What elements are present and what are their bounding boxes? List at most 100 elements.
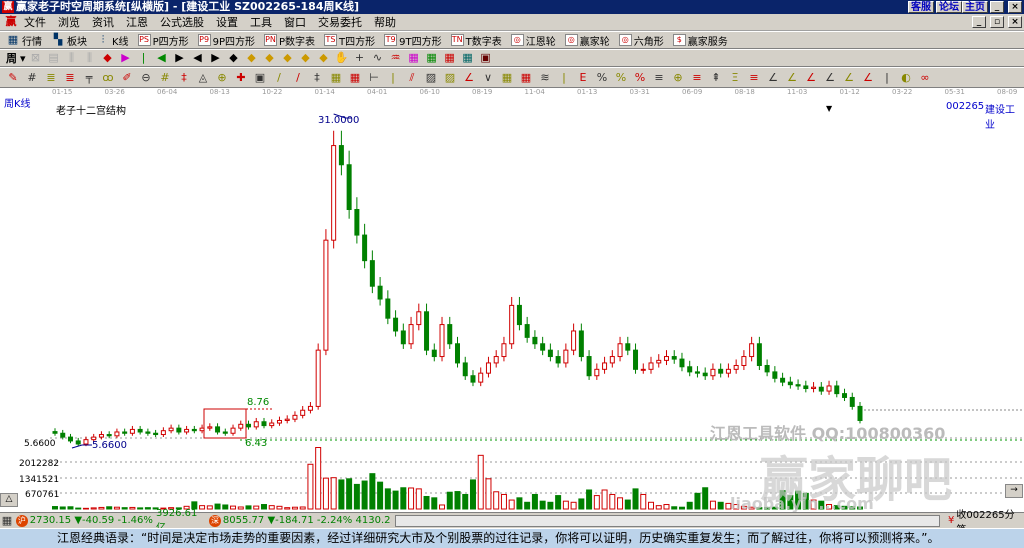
draw-tool-icon[interactable]: ⫽: [405, 71, 419, 85]
draw-tool-icon[interactable]: ⊖: [139, 71, 153, 85]
draw-tool-icon[interactable]: ∠: [785, 71, 799, 85]
menu-item[interactable]: 帮助: [368, 14, 402, 30]
kline-chart[interactable]: 周K线 老子十二宫结构 ▼ 002265 建设工业 31.0000 5.6600…: [0, 98, 1024, 512]
draw-tool-icon[interactable]: ∠: [804, 71, 818, 85]
nav-tool-icon[interactable]: ▶: [173, 51, 187, 65]
draw-tool-icon[interactable]: E: [576, 71, 590, 85]
menu-item[interactable]: 资讯: [86, 14, 120, 30]
toolbar-button[interactable]: TS T四方形: [324, 33, 375, 48]
menu-item[interactable]: 交易委托: [312, 14, 368, 30]
draw-tool-icon[interactable]: %: [595, 71, 609, 85]
draw-tool-icon[interactable]: ≡: [747, 71, 761, 85]
draw-tool-icon[interactable]: ∨: [481, 71, 495, 85]
draw-tool-icon[interactable]: ∞: [918, 71, 932, 85]
nav-tool-icon[interactable]: ◆: [299, 51, 313, 65]
draw-tool-icon[interactable]: #: [158, 71, 172, 85]
expand-button[interactable]: △: [0, 493, 18, 507]
toolbar-button[interactable]: ◎ 赢家轮: [564, 33, 610, 48]
draw-tool-icon[interactable]: ▨: [424, 71, 438, 85]
draw-tool-icon[interactable]: ◐: [899, 71, 913, 85]
nav-tool-icon[interactable]: ▣: [479, 51, 493, 65]
draw-tool-icon[interactable]: ≋: [538, 71, 552, 85]
nav-tool-icon[interactable]: ◆: [281, 51, 295, 65]
draw-tool-icon[interactable]: ∠: [823, 71, 837, 85]
draw-tool-icon[interactable]: ▦: [348, 71, 362, 85]
draw-tool-icon[interactable]: ⊕: [215, 71, 229, 85]
child-close-button[interactable]: ×: [1008, 16, 1022, 28]
draw-tool-icon[interactable]: ⇞: [709, 71, 723, 85]
menu-item[interactable]: 工具: [244, 14, 278, 30]
nav-tool-icon[interactable]: ✋: [335, 51, 349, 65]
draw-tool-icon[interactable]: ◬: [196, 71, 210, 85]
draw-tool-icon[interactable]: ≡: [652, 71, 666, 85]
nav-tool-icon[interactable]: ◆: [263, 51, 277, 65]
nav-tool-icon[interactable]: ▦: [443, 51, 457, 65]
nav-tool-icon[interactable]: ▦: [425, 51, 439, 65]
draw-tool-icon[interactable]: ≡: [690, 71, 704, 85]
draw-tool-icon[interactable]: ▣: [253, 71, 267, 85]
nav-tool-icon[interactable]: ⊠: [29, 51, 43, 65]
calculator-icon[interactable]: ▦: [0, 514, 14, 528]
toolbar-button[interactable]: ▚ 板块: [51, 33, 87, 48]
nav-tool-icon[interactable]: ◆: [317, 51, 331, 65]
nav-tool-icon[interactable]: ♒: [389, 51, 403, 65]
draw-tool-icon[interactable]: ✐: [120, 71, 134, 85]
nav-tool-icon[interactable]: ▦: [407, 51, 421, 65]
draw-tool-icon[interactable]: ✎: [6, 71, 20, 85]
menu-item[interactable]: 江恩: [120, 14, 154, 30]
draw-tool-icon[interactable]: ⊕: [671, 71, 685, 85]
draw-tool-icon[interactable]: ∠: [842, 71, 856, 85]
nav-tool-icon[interactable]: ∿: [371, 51, 385, 65]
child-minimize-button[interactable]: _: [972, 16, 986, 28]
nav-tool-icon[interactable]: ◀: [191, 51, 205, 65]
toolbar-button[interactable]: PS P四方形: [137, 33, 189, 48]
draw-tool-icon[interactable]: |: [880, 71, 894, 85]
toolbar-button[interactable]: T9 9T四方形: [384, 33, 442, 48]
nav-tool-icon[interactable]: ▤: [47, 51, 61, 65]
minimize-button[interactable]: _: [990, 1, 1004, 13]
forum-link[interactable]: 论坛: [936, 1, 962, 13]
draw-tool-icon[interactable]: ▨: [443, 71, 457, 85]
draw-tool-icon[interactable]: ꝏ: [101, 71, 115, 85]
draw-tool-icon[interactable]: |: [386, 71, 400, 85]
nav-tool-icon[interactable]: ◆: [101, 51, 115, 65]
nav-tool-icon[interactable]: +: [353, 51, 367, 65]
customer-service-link[interactable]: 客服: [908, 1, 934, 13]
nav-tool-icon[interactable]: ◆: [227, 51, 241, 65]
nav-tool-icon[interactable]: ⫼: [83, 51, 97, 65]
homepage-link[interactable]: 主页: [962, 1, 988, 13]
draw-tool-icon[interactable]: %: [633, 71, 647, 85]
menu-item[interactable]: 浏览: [52, 14, 86, 30]
draw-tool-icon[interactable]: Ξ: [728, 71, 742, 85]
toolbar-button[interactable]: TN T数字表: [450, 33, 502, 48]
dropdown-arrow-icon[interactable]: ▼: [826, 104, 832, 113]
menu-item[interactable]: 设置: [210, 14, 244, 30]
draw-tool-icon[interactable]: ╤: [82, 71, 96, 85]
draw-tool-icon[interactable]: /: [272, 71, 286, 85]
nav-tool-icon[interactable]: ◆: [245, 51, 259, 65]
toolbar-button[interactable]: ▦ 行情: [6, 33, 42, 48]
draw-tool-icon[interactable]: %: [614, 71, 628, 85]
draw-tool-icon[interactable]: ‡: [310, 71, 324, 85]
toolbar-button[interactable]: ◎ 江恩轮: [510, 33, 556, 48]
nav-tool-icon[interactable]: |: [137, 51, 151, 65]
scroll-right-button[interactable]: →: [1005, 484, 1023, 498]
menu-item[interactable]: 公式选股: [154, 14, 210, 30]
nav-tool-icon[interactable]: ▶: [209, 51, 223, 65]
toolbar-button[interactable]: ◎ 六角形: [618, 33, 664, 48]
draw-tool-icon[interactable]: /: [291, 71, 305, 85]
nav-tool-icon[interactable]: ▦: [461, 51, 475, 65]
draw-tool-icon[interactable]: #: [25, 71, 39, 85]
close-button[interactable]: ×: [1008, 1, 1022, 13]
draw-tool-icon[interactable]: ✚: [234, 71, 248, 85]
draw-tool-icon[interactable]: ▦: [500, 71, 514, 85]
draw-tool-icon[interactable]: ‡: [177, 71, 191, 85]
child-restore-button[interactable]: ▫: [990, 16, 1004, 28]
app-menu-icon[interactable]: 赢: [4, 15, 18, 29]
draw-tool-icon[interactable]: ⊢: [367, 71, 381, 85]
nav-tool-icon[interactable]: ▶: [119, 51, 133, 65]
menu-item[interactable]: 窗口: [278, 14, 312, 30]
draw-tool-icon[interactable]: ▦: [519, 71, 533, 85]
horizontal-scrollbar[interactable]: [394, 514, 941, 527]
draw-tool-icon[interactable]: ▦: [329, 71, 343, 85]
